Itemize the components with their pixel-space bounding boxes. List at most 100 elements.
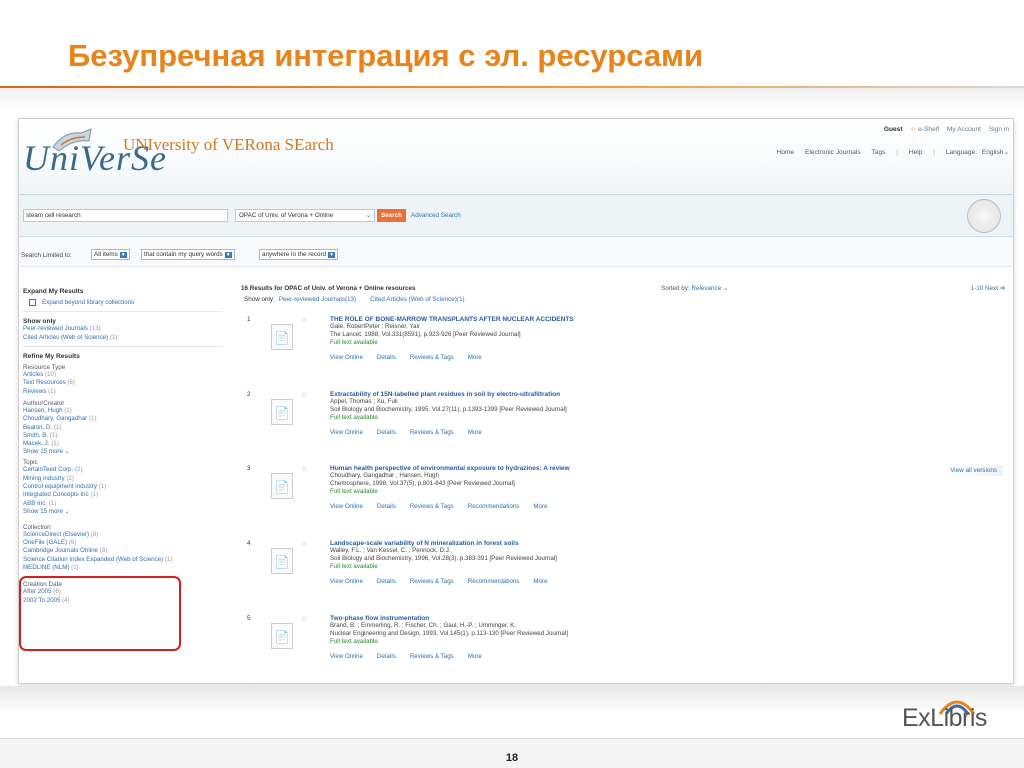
record-title-link[interactable]: THE ROLE OF BONE-MARROW TRANSPLANTS AFTE… — [330, 316, 750, 323]
record-tabs: View Online Details Reviews & Tags More — [330, 653, 750, 660]
filter-cited-articles-link[interactable]: Cited Articles (Web of Science)(1) — [370, 296, 464, 303]
record-tab[interactable]: Details — [377, 653, 396, 660]
facet-item-topic[interactable]: CertainTeed Corp. (2) — [23, 466, 223, 474]
record-title-link[interactable]: Landscape-scale variability of N mineral… — [330, 540, 750, 547]
record-tab[interactable]: Details — [377, 578, 396, 585]
record-tab[interactable]: View Online — [330, 653, 363, 660]
facet-item-topic[interactable]: ABB Inc. (1) — [23, 500, 223, 508]
facet-subheading: Collection — [23, 523, 51, 531]
nav-electronic-journals[interactable]: Electronic Journals — [805, 149, 861, 156]
facet-item-topic[interactable]: Mining industry (2) — [23, 475, 223, 483]
facet-item-collection[interactable]: ScienceDirect (Elsevier) (8) — [23, 531, 173, 539]
screenshot-reflection — [0, 686, 1024, 714]
fulltext-status[interactable]: Full text available — [330, 563, 750, 570]
sort-control[interactable]: Sorted by: Relevance ⌄ — [661, 285, 728, 292]
search-button[interactable]: Search — [377, 209, 406, 222]
facet-item-collection[interactable]: OneFile (GALE) (6) — [23, 539, 173, 547]
record-tab[interactable]: Details — [377, 429, 396, 436]
limit-match-select[interactable]: that contain my query words ▼ — [141, 249, 235, 260]
advanced-search-link[interactable]: Advanced Search — [411, 212, 461, 219]
facet-item-collection[interactable]: Science Citation Index Expanded (Web of … — [23, 556, 173, 564]
add-to-eshelf-star-icon[interactable]: ☆ — [301, 316, 307, 324]
record-tab[interactable]: Recommendations — [468, 578, 520, 585]
record-title-link[interactable]: Extractability of 15N-labelled plant res… — [330, 391, 750, 398]
facet-item-show-only[interactable]: Peer-reviewed Journals (13) — [23, 325, 223, 333]
record-tab[interactable]: More — [533, 578, 547, 585]
facet-list: CertainTeed Corp. (2) Mining industry (2)… — [23, 466, 223, 507]
record-tab[interactable]: Details — [377, 354, 396, 361]
facet-item-resource-type[interactable]: Reviews (1) — [23, 388, 223, 396]
document-icon[interactable]: 📄 — [271, 623, 293, 649]
record-tab[interactable]: Recommendations — [468, 503, 520, 510]
facet-item-show-only[interactable]: Cited Articles (Web of Science) (1) — [23, 334, 223, 342]
record-tab[interactable]: Reviews & Tags — [410, 354, 454, 361]
eshelf-link[interactable]: ☆ e-Shelf — [910, 126, 939, 133]
record-authors: Choudhary, Gangadhar ; Hansen, Hugh — [330, 472, 439, 479]
record-title-link[interactable]: Two-phase flow instrumentation — [330, 615, 750, 622]
author-show-more-link[interactable]: Show 15 more ⌄ — [23, 448, 223, 455]
add-to-eshelf-star-icon[interactable]: ☆ — [301, 615, 307, 623]
fulltext-status[interactable]: Full text available — [330, 414, 750, 421]
record-title-link[interactable]: Human health perspective of environmenta… — [330, 465, 750, 472]
facet-item-author[interactable]: Choudhary, Gangadhar (1) — [23, 415, 223, 423]
record-tab[interactable]: More — [468, 653, 482, 660]
language-select[interactable]: English⌄ — [982, 149, 1009, 156]
record-authors: Gale, RobertPeter ; Reisner, Yair — [330, 323, 420, 330]
record-tab[interactable]: More — [533, 503, 547, 510]
record-tab[interactable]: More — [468, 354, 482, 361]
checkbox-icon — [29, 299, 36, 306]
my-account-link[interactable]: My Account — [947, 126, 981, 133]
facet-list: Articles (10) Text Resources (6) Reviews (… — [23, 371, 223, 396]
nav-tags[interactable]: Tags — [872, 149, 886, 156]
record-tab[interactable]: Reviews & Tags — [410, 429, 454, 436]
pagination[interactable]: 1-10 Next ➔ — [971, 285, 1005, 292]
expand-checkbox[interactable]: Expand beyond library collections — [23, 299, 223, 307]
facet-item-resource-type[interactable]: Articles (10) — [23, 371, 223, 379]
fulltext-status[interactable]: Full text available — [330, 339, 750, 346]
filter-peer-reviewed-link[interactable]: Peer-reviewed Journals(13) — [279, 296, 356, 303]
record-tab[interactable]: Reviews & Tags — [410, 503, 454, 510]
limit-label: Search Limited to: — [21, 252, 72, 259]
record-body: Extractability of 15N-labelled plant res… — [330, 391, 750, 436]
facet-item-collection[interactable]: MEDLINE (NLM) (1) — [23, 564, 173, 572]
facet-item-author[interactable]: Hansen, Hugh (1) — [23, 407, 223, 415]
show-only-section: Show only Peer-reviewed Journals (13) Cit… — [23, 318, 223, 348]
document-icon[interactable]: 📄 — [271, 548, 293, 574]
record-tab[interactable]: Reviews & Tags — [410, 578, 454, 585]
add-to-eshelf-star-icon[interactable]: ☆ — [301, 391, 307, 399]
nav-home[interactable]: Home — [777, 149, 795, 156]
add-to-eshelf-star-icon[interactable]: ☆ — [301, 540, 307, 548]
document-icon[interactable]: 📄 — [271, 399, 293, 425]
nav-help[interactable]: Help — [909, 149, 923, 156]
facet-item-topic[interactable]: Integrated Concepts Inc (1) — [23, 491, 223, 499]
view-all-versions-link[interactable]: View all versions — [944, 465, 1003, 476]
limit-field-select[interactable]: anywhere in the record ▼ — [259, 249, 339, 260]
fulltext-status[interactable]: Full text available — [330, 488, 750, 495]
limit-type-select[interactable]: All items ▼ — [91, 249, 130, 260]
facet-item-resource-type[interactable]: Text Resources (6) — [23, 379, 223, 387]
university-seal-logo — [967, 199, 1001, 233]
facet-item-author[interactable]: Macek, J. (1) — [23, 440, 223, 448]
record-tab[interactable]: More — [468, 429, 482, 436]
record-tab[interactable]: View Online — [330, 354, 363, 361]
document-icon[interactable]: 📄 — [271, 324, 293, 350]
record-tab[interactable]: Reviews & Tags — [410, 653, 454, 660]
facet-item-author[interactable]: Smith, B. (1) — [23, 432, 223, 440]
search-input[interactable]: steam cell research — [23, 209, 228, 222]
fulltext-status[interactable]: Full text available — [330, 638, 750, 645]
record-body: THE ROLE OF BONE-MARROW TRANSPLANTS AFTE… — [330, 316, 750, 361]
add-to-eshelf-star-icon[interactable]: ☆ — [301, 465, 307, 473]
facet-list: ScienceDirect (Elsevier) (8) OneFile (GAL… — [23, 531, 173, 572]
record-body: Human health perspective of environmenta… — [330, 465, 750, 510]
record-tab[interactable]: Details — [377, 503, 396, 510]
record-tab[interactable]: View Online — [330, 578, 363, 585]
topic-show-more-link[interactable]: Show 15 more ⌄ — [23, 508, 223, 515]
sign-in-link[interactable]: Sign in — [989, 126, 1009, 133]
facet-item-author[interactable]: Beaton, D. (1) — [23, 424, 223, 432]
record-tab[interactable]: View Online — [330, 429, 363, 436]
facet-item-collection[interactable]: Cambridge Journals Online (3) — [23, 547, 173, 555]
record-tab[interactable]: View Online — [330, 503, 363, 510]
facet-item-topic[interactable]: Control equipment industry (1) — [23, 483, 223, 491]
search-scope-select[interactable]: OPAC of Univ. of Verona + Online ⌄ — [235, 209, 375, 222]
document-icon[interactable]: 📄 — [271, 473, 293, 499]
